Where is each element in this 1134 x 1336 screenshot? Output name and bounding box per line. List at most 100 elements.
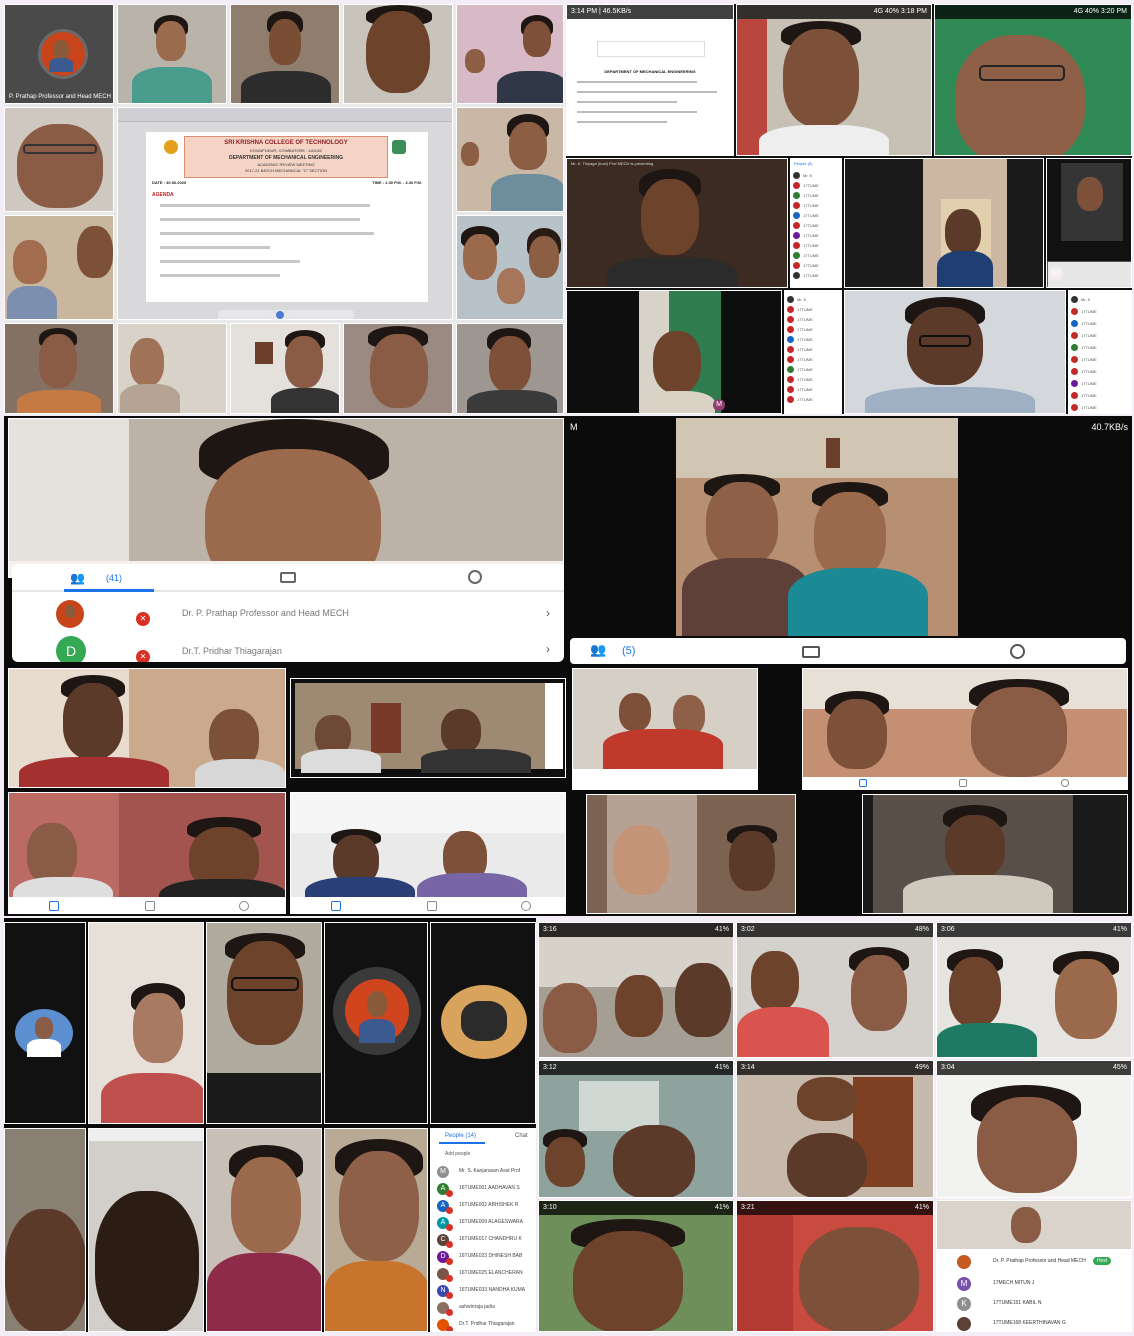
- video-tile[interactable]: [844, 290, 1066, 414]
- phone-video-tile[interactable]: 3:12 41%: [538, 1060, 734, 1198]
- video-tile[interactable]: [230, 323, 340, 414]
- slide-page: SRI KRISHNA COLLEGE OF TECHNOLOGY KOVAIP…: [146, 132, 428, 302]
- department-logo-icon: [392, 140, 406, 154]
- participant-row[interactable]: K 17TUME151 KABIL N: [937, 1295, 1131, 1313]
- participant-row[interactable]: Dr. P. Prathap Professor and Head MECH H…: [937, 1253, 1131, 1271]
- phone-video-tile[interactable]: 3:06 41%: [936, 922, 1132, 1058]
- video-tile[interactable]: [117, 323, 227, 414]
- video-tile[interactable]: [324, 1128, 428, 1332]
- phone-video-tile[interactable]: 3:04 45%: [936, 1060, 1132, 1198]
- participant-row[interactable]: ✕ Dr. P. Prathap Professor and Head MECH…: [12, 598, 564, 628]
- video-tile[interactable]: [4, 1128, 86, 1332]
- participant-name: Dr. P. Prathap Professor and Head MECH: [182, 608, 349, 618]
- participant-row[interactable]: A 16TUME009 ALAGESWARA: [431, 1214, 535, 1232]
- presenter-name-label: P. Prathap Professor and Head MECH: [9, 94, 111, 100]
- info-tab-icon[interactable]: [1010, 644, 1025, 659]
- slide-controls[interactable]: [218, 310, 354, 319]
- participant-row[interactable]: N 16TUME033 NANDHA KUMA: [431, 1282, 535, 1300]
- video-tile[interactable]: [206, 1128, 322, 1332]
- video-tile-presenter[interactable]: P. Prathap Professor and Head MECH: [4, 4, 114, 104]
- video-tile[interactable]: [456, 107, 564, 212]
- video-tile[interactable]: [456, 4, 564, 104]
- presenting-label: Mr. K. Thiyaga (host) Prof MECH is prese…: [571, 161, 654, 166]
- participant-avatar: [441, 985, 527, 1059]
- video-tile-avatar[interactable]: [430, 922, 536, 1124]
- video-tile[interactable]: [586, 794, 796, 914]
- chat-tab[interactable]: Chat: [515, 1133, 528, 1139]
- video-tile[interactable]: [343, 4, 453, 104]
- status-bar: 3:14 49%: [737, 1061, 933, 1075]
- participants-tab[interactable]: 👥 (41): [70, 570, 150, 586]
- video-tile[interactable]: [862, 794, 1128, 914]
- shared-document-screen[interactable]: 3:14 PM | 46.5KB/s DEPARTMENT OF MECHANI…: [566, 4, 734, 156]
- meeting-date: DATE : 30.06.2020: [152, 180, 187, 185]
- video-tile[interactable]: [343, 323, 453, 414]
- meeting-name: ACADEMIC REVIEW MEETING: [257, 162, 315, 167]
- video-tile[interactable]: [206, 922, 322, 1124]
- video-tile[interactable]: [88, 922, 204, 1124]
- people-tab[interactable]: People (14): [445, 1133, 476, 1139]
- video-tile[interactable]: [117, 4, 227, 104]
- video-tile[interactable]: [8, 668, 286, 788]
- chevron-right-icon[interactable]: ›: [546, 642, 550, 656]
- participants-card[interactable]: 👥 (41) ✕ Dr. P. Prathap Professor and He…: [12, 564, 564, 662]
- participant-row[interactable]: D ✕ Dr.T. Pridhar Thiagarajan ›: [12, 636, 564, 662]
- muted-mic-icon: ✕: [136, 612, 150, 626]
- chevron-right-icon[interactable]: ›: [546, 606, 550, 620]
- participant-row[interactable]: A 16TUME002 ABHISHEK R: [431, 1197, 535, 1215]
- video-tile[interactable]: [4, 323, 114, 414]
- video-tile[interactable]: [290, 792, 566, 914]
- status-bar: 3:06 41%: [937, 923, 1131, 937]
- participant-row[interactable]: ashwinraja jadia: [431, 1299, 535, 1317]
- people-list-panel[interactable]: Mr. K 17TUME 17TUME 17TUME 17TUME 17TUME…: [784, 290, 842, 414]
- video-tile[interactable]: [844, 158, 1044, 288]
- phone-video-tile[interactable]: 4G 40% 3:20 PM: [934, 4, 1132, 156]
- doc-title: DEPARTMENT OF MECHANICAL ENGINEERING: [604, 69, 696, 74]
- main-video-tile[interactable]: [676, 418, 958, 636]
- meet-people-panel[interactable]: People (14) Chat Add people M Mr. S. Kanj…: [430, 1128, 536, 1332]
- presenting-video-tile[interactable]: Mr. K. Thiyaga (host) Prof MECH is prese…: [566, 158, 788, 288]
- main-video-tile[interactable]: [8, 418, 564, 578]
- video-tile[interactable]: [88, 1128, 204, 1332]
- slide-toolbar: [118, 108, 452, 122]
- people-list-panel[interactable]: Mr. K 17TUME 17TUME 17TUME 17TUME 17TUME…: [1068, 290, 1132, 414]
- participant-row[interactable]: D 16TUME023 DHINESH BAB: [431, 1248, 535, 1266]
- video-tile[interactable]: [802, 668, 1128, 790]
- video-tile[interactable]: [456, 215, 564, 320]
- video-tile[interactable]: [572, 668, 758, 790]
- chat-tab-icon[interactable]: [280, 572, 296, 583]
- participant-row[interactable]: A 16TUME001 AADHAVAN S: [431, 1180, 535, 1198]
- phone-video-tile[interactable]: 3:10 41%: [538, 1200, 734, 1332]
- video-tile[interactable]: [4, 215, 114, 320]
- phone-video-tile[interactable]: 3:21 41%: [736, 1200, 934, 1332]
- info-tab-icon[interactable]: [468, 570, 482, 584]
- phone-video-tile[interactable]: 3:14 49%: [736, 1060, 934, 1198]
- video-tile-avatar[interactable]: [324, 922, 428, 1124]
- participant-row[interactable]: C 16TUME017 CHANDHRU K: [431, 1231, 535, 1249]
- phone-video-tile[interactable]: 4G 40% 3:18 PM: [736, 4, 932, 156]
- add-people-button[interactable]: Add people: [445, 1151, 470, 1157]
- people-label: People (5): [794, 161, 813, 166]
- video-tile-avatar[interactable]: [4, 922, 86, 1124]
- phone-people-panel[interactable]: Dr. P. Prathap Professor and Head MECH H…: [936, 1200, 1132, 1332]
- video-tile[interactable]: M: [1046, 158, 1132, 288]
- participant-row[interactable]: 17TUME168 KEERTHINAVAN G: [937, 1315, 1131, 1331]
- participants-bar[interactable]: 👥 (5): [570, 638, 1126, 664]
- video-tile[interactable]: M: [566, 290, 782, 414]
- video-tile[interactable]: [456, 323, 564, 414]
- status-bar: 3:12 41%: [539, 1061, 733, 1075]
- chat-tab-icon[interactable]: [802, 646, 820, 658]
- phone-video-tile[interactable]: 3:16 41%: [538, 922, 734, 1058]
- phone-video-tile[interactable]: 3:02 48%: [736, 922, 934, 1058]
- participant-row[interactable]: Dr.T. Pridhar Thiagarajan: [431, 1316, 535, 1331]
- status-bar: 3:02 48%: [737, 923, 933, 937]
- participant-row[interactable]: M Mr. S. Kanjarasan Asst Prof: [431, 1163, 535, 1181]
- video-tile[interactable]: [8, 792, 286, 914]
- video-tile[interactable]: [4, 107, 114, 212]
- participant-row[interactable]: M 17MECH MITUN J: [937, 1275, 1131, 1293]
- video-tile[interactable]: [230, 4, 340, 104]
- people-list-panel[interactable]: People (5) Mr. K 17TUME 17TUME 17TUME 17…: [790, 158, 842, 288]
- video-tile[interactable]: [290, 678, 566, 778]
- participant-row[interactable]: 16TUME025 ELANCHERAN: [431, 1265, 535, 1283]
- shared-slide-window[interactable]: SRI KRISHNA COLLEGE OF TECHNOLOGY KOVAIP…: [117, 107, 453, 320]
